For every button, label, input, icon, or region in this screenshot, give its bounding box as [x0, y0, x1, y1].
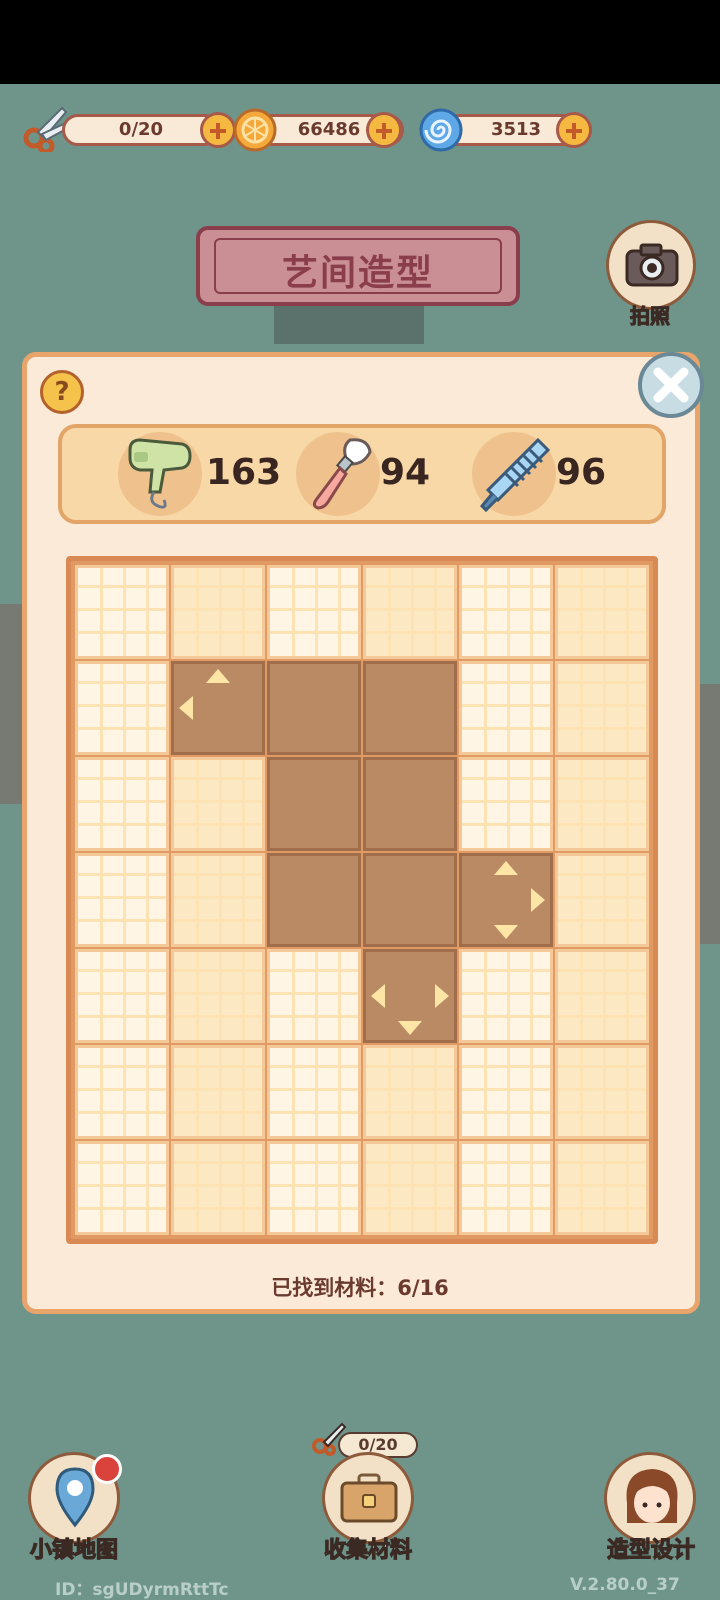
app-version: V.2.80.0_37 [570, 1575, 680, 1595]
spiral-gem-icon [419, 108, 463, 152]
grid-cell[interactable] [459, 1141, 553, 1235]
dug-cell [267, 853, 361, 947]
arrow-left-icon [179, 696, 193, 720]
grid-cell[interactable] [363, 565, 457, 659]
materials-found-text: 已找到材料：6/16 [271, 1276, 449, 1300]
comb-icon [479, 437, 551, 513]
map-pin-icon [55, 1467, 95, 1528]
grid-cell[interactable] [555, 1045, 649, 1139]
grid-cell[interactable] [171, 757, 265, 851]
grid-cell[interactable] [171, 1045, 265, 1139]
hair-dryer-icon [128, 438, 192, 509]
arrow-down-icon [398, 1021, 422, 1035]
grid-cell[interactable] [75, 661, 169, 755]
scissors-count: 0/20 [62, 114, 220, 146]
makeup-brush-count: 94 [380, 452, 431, 493]
character-avatar-icon [626, 1469, 678, 1523]
coins-resource: 66486 [232, 108, 412, 152]
toolbox-icon [340, 1473, 398, 1523]
notification-badge [92, 1454, 122, 1484]
add-coins-button[interactable] [366, 112, 402, 148]
grid-cell[interactable] [75, 1141, 169, 1235]
grid-cell[interactable] [171, 853, 265, 947]
collect-materials-label: 收集材料 [323, 1537, 412, 1563]
makeup-brush-icon [312, 438, 372, 510]
player-id: ID：sgUDyrmRttTc [55, 1580, 229, 1600]
arrow-right-icon [435, 984, 449, 1008]
scene-shelf [274, 304, 424, 344]
dug-cell [363, 853, 457, 947]
grid-cell[interactable] [555, 757, 649, 851]
grid-cell[interactable] [555, 565, 649, 659]
arrow-left-icon [371, 984, 385, 1008]
tool-makeup-brush[interactable]: 94 [296, 430, 446, 520]
page-title: 艺间造型 [281, 253, 434, 294]
grid-cell[interactable] [75, 949, 169, 1043]
gems-resource: 3513 [418, 108, 598, 152]
arrow-up-icon [494, 861, 518, 875]
question-mark-icon: ? [54, 377, 70, 407]
grid-cell[interactable] [555, 1141, 649, 1235]
camera-icon [625, 243, 679, 287]
hair-dryer-count: 163 [206, 452, 282, 493]
dug-cell [267, 661, 361, 755]
grid-cell[interactable] [267, 949, 361, 1043]
comb-count: 96 [556, 452, 607, 493]
scene-left-decor [0, 604, 24, 804]
grid-cell[interactable] [267, 565, 361, 659]
grid-cell[interactable] [171, 949, 265, 1043]
scissors-resource: 0/20 [22, 106, 236, 152]
title-banner: 艺间造型 [196, 226, 520, 306]
close-icon [653, 367, 689, 403]
grid-cell[interactable] [75, 1045, 169, 1139]
dug-cell [363, 757, 457, 851]
dug-cell [267, 757, 361, 851]
grid-cell[interactable] [267, 1141, 361, 1235]
grid-cell[interactable] [171, 565, 265, 659]
collect-materials-button[interactable] [322, 1452, 414, 1544]
add-gems-button[interactable] [556, 112, 592, 148]
grid-cell[interactable] [171, 1141, 265, 1235]
close-button[interactable] [638, 352, 704, 418]
grid-cell[interactable] [459, 949, 553, 1043]
dig-grid [66, 556, 658, 1244]
arrow-down-icon [494, 925, 518, 939]
arrow-up-icon [206, 669, 230, 683]
grid-cell[interactable] [459, 757, 553, 851]
coin-icon [233, 108, 277, 152]
grid-cell[interactable] [267, 1045, 361, 1139]
grid-cell[interactable] [555, 949, 649, 1043]
style-design-button[interactable] [604, 1452, 696, 1544]
arrow-right-icon [531, 888, 545, 912]
grid-cell[interactable] [555, 661, 649, 755]
grid-cell[interactable] [363, 1141, 457, 1235]
grid-cell[interactable] [75, 565, 169, 659]
grid-cell[interactable] [459, 1045, 553, 1139]
help-button[interactable]: ? [40, 370, 84, 414]
style-design-label: 造型设计 [606, 1537, 695, 1563]
camera-button[interactable] [606, 220, 696, 310]
grid-cell[interactable] [555, 853, 649, 947]
tool-comb[interactable]: 96 [472, 430, 622, 520]
dug-cell [363, 661, 457, 755]
grid-cell[interactable] [363, 1045, 457, 1139]
tool-hair-dryer[interactable]: 163 [118, 430, 282, 520]
grid-cell[interactable] [459, 661, 553, 755]
grid-cell[interactable] [75, 853, 169, 947]
grid-cell[interactable] [75, 757, 169, 851]
add-scissors-button[interactable] [200, 112, 236, 148]
status-bar [0, 0, 720, 84]
camera-label: 拍照 [630, 304, 671, 329]
town-map-label: 小镇地图 [29, 1537, 118, 1563]
grid-cell[interactable] [459, 565, 553, 659]
